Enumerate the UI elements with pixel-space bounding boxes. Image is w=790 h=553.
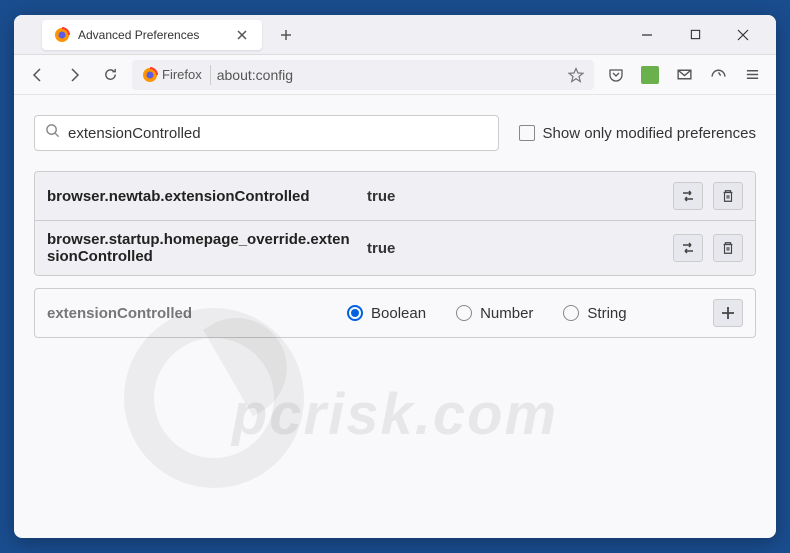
- toggle-button[interactable]: [673, 182, 703, 210]
- navigation-bar: Firefox about:config: [14, 55, 776, 95]
- preference-value: true: [367, 188, 663, 205]
- search-row: Show only modified preferences: [34, 115, 756, 151]
- tab-title: Advanced Preferences: [78, 28, 226, 42]
- identity-label: Firefox: [162, 67, 202, 82]
- forward-button[interactable]: [60, 61, 88, 89]
- dashboard-icon[interactable]: [704, 61, 732, 89]
- maximize-button[interactable]: [680, 20, 710, 50]
- watermark-text: pcrisk.com: [232, 381, 558, 448]
- back-button[interactable]: [24, 61, 52, 89]
- delete-button[interactable]: [713, 234, 743, 262]
- bookmark-star-icon[interactable]: [566, 65, 586, 85]
- minimize-button[interactable]: [632, 20, 662, 50]
- toggle-button[interactable]: [673, 234, 703, 262]
- checkbox-icon: [519, 125, 535, 141]
- tab-active[interactable]: Advanced Preferences: [42, 20, 262, 50]
- firefox-logo-icon: [142, 67, 158, 83]
- browser-window: Advanced Preferences: [14, 15, 776, 538]
- pocket-icon[interactable]: [602, 61, 630, 89]
- preference-value: true: [367, 240, 663, 257]
- search-input[interactable]: [68, 125, 488, 142]
- tab-bar: Advanced Preferences: [14, 15, 776, 55]
- show-modified-checkbox[interactable]: Show only modified preferences: [519, 125, 756, 142]
- reload-button[interactable]: [96, 61, 124, 89]
- new-tab-button[interactable]: [272, 21, 300, 49]
- window-controls: [632, 20, 768, 50]
- search-box[interactable]: [34, 115, 499, 151]
- radio-label: String: [587, 305, 626, 322]
- radio-string[interactable]: String: [563, 305, 626, 322]
- add-preference-button[interactable]: [713, 299, 743, 327]
- radio-icon: [456, 305, 472, 321]
- checkbox-label: Show only modified preferences: [543, 125, 756, 142]
- url-bar[interactable]: Firefox about:config: [132, 60, 594, 90]
- search-icon: [45, 123, 60, 143]
- preference-row[interactable]: browser.startup.homepage_override.extens…: [35, 220, 755, 275]
- new-preference-row: extensionControlled Boolean Number Strin…: [34, 288, 756, 338]
- preference-name: browser.startup.homepage_override.extens…: [47, 231, 357, 265]
- content-area: Show only modified preferences browser.n…: [14, 95, 776, 358]
- close-tab-icon[interactable]: [234, 27, 250, 43]
- radio-boolean[interactable]: Boolean: [347, 305, 426, 322]
- site-identity[interactable]: Firefox: [140, 65, 211, 85]
- radio-icon: [563, 305, 579, 321]
- firefox-logo-icon: [54, 27, 70, 43]
- toolbar-icons: [602, 61, 766, 89]
- url-text: about:config: [217, 67, 560, 83]
- preference-row[interactable]: browser.newtab.extensionControlled true: [35, 172, 755, 220]
- mail-icon[interactable]: [670, 61, 698, 89]
- preference-table: browser.newtab.extensionControlled true …: [34, 171, 756, 276]
- radio-icon: [347, 305, 363, 321]
- menu-icon[interactable]: [738, 61, 766, 89]
- radio-number[interactable]: Number: [456, 305, 533, 322]
- delete-button[interactable]: [713, 182, 743, 210]
- extension-icon[interactable]: [636, 61, 664, 89]
- type-radio-group: Boolean Number String: [347, 305, 703, 322]
- radio-label: Number: [480, 305, 533, 322]
- radio-label: Boolean: [371, 305, 426, 322]
- preference-name: browser.newtab.extensionControlled: [47, 188, 357, 205]
- close-window-button[interactable]: [728, 20, 758, 50]
